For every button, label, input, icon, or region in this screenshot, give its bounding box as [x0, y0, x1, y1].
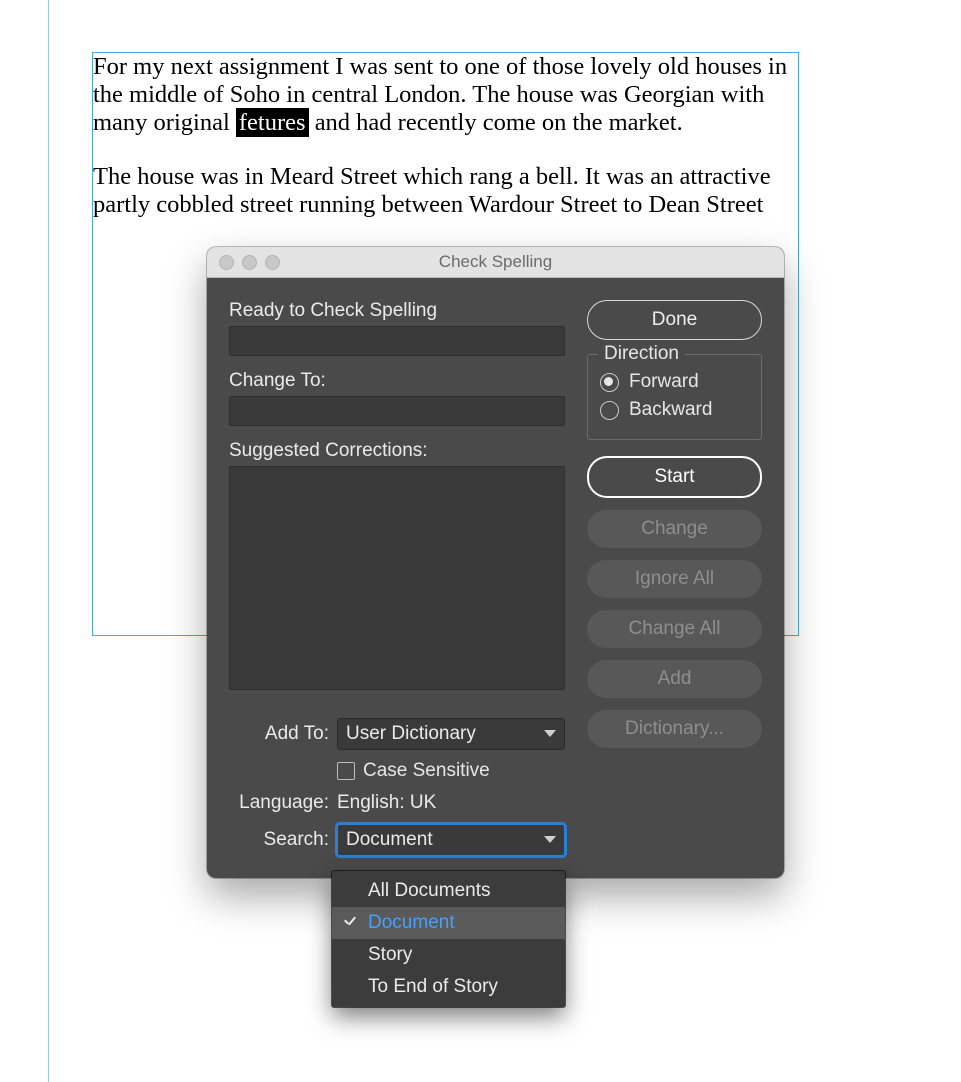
add-to-label: Add To:: [229, 723, 337, 745]
misspelled-selection[interactable]: fetures: [236, 108, 309, 137]
menu-item-label: Document: [368, 912, 455, 934]
ignore-all-button[interactable]: Ignore All: [587, 560, 762, 598]
misspelled-word-input[interactable]: [229, 326, 565, 356]
chevron-down-icon: [544, 834, 556, 846]
direction-forward-option[interactable]: Forward: [600, 371, 749, 393]
dictionary-button[interactable]: Dictionary...: [587, 710, 762, 748]
status-label: Ready to Check Spelling: [229, 300, 565, 322]
add-to-select[interactable]: User Dictionary: [337, 718, 565, 750]
story-text[interactable]: For my next assignment I was sent to one…: [93, 53, 798, 219]
check-icon: [342, 914, 358, 930]
direction-group: Direction Forward Backward: [587, 354, 762, 440]
done-button[interactable]: Done: [587, 300, 762, 340]
text-run: The house was in Meard Street which rang…: [93, 163, 798, 219]
add-to-value: User Dictionary: [346, 723, 476, 745]
design-canvas: For my next assignment I was sent to one…: [0, 0, 961, 1082]
menu-item-label: Story: [368, 944, 412, 966]
search-label: Search:: [229, 829, 337, 851]
dialog-titlebar[interactable]: Check Spelling: [207, 247, 784, 278]
language-label: Language:: [229, 792, 337, 814]
change-button[interactable]: Change: [587, 510, 762, 548]
window-controls: [207, 255, 280, 270]
start-button[interactable]: Start: [587, 456, 762, 498]
backward-label: Backward: [629, 399, 712, 421]
dialog-title: Check Spelling: [207, 252, 784, 272]
search-dropdown-menu: All Documents Document Story To End of S…: [332, 871, 565, 1007]
suggestions-list[interactable]: [229, 466, 565, 690]
zoom-icon[interactable]: [265, 255, 280, 270]
guide-vertical: [48, 0, 49, 1082]
minimize-icon[interactable]: [242, 255, 257, 270]
search-select[interactable]: Document: [337, 824, 565, 856]
case-sensitive-checkbox[interactable]: [337, 762, 355, 780]
menu-item-label: All Documents: [368, 880, 491, 902]
add-button[interactable]: Add: [587, 660, 762, 698]
case-sensitive-label: Case Sensitive: [363, 760, 490, 782]
text-run: and had recently come on the market.: [309, 109, 683, 136]
menu-item-document[interactable]: Document: [332, 907, 565, 939]
language-value: English: UK: [337, 792, 565, 814]
direction-backward-option[interactable]: Backward: [600, 399, 749, 421]
change-to-label: Change To:: [229, 370, 565, 392]
change-to-input[interactable]: [229, 396, 565, 426]
forward-label: Forward: [629, 371, 699, 393]
check-spelling-dialog: Check Spelling Ready to Check Spelling C…: [207, 247, 784, 878]
menu-item-label: To End of Story: [368, 976, 498, 998]
close-icon[interactable]: [219, 255, 234, 270]
radio-icon: [600, 401, 619, 420]
radio-icon: [600, 373, 619, 392]
menu-item-all-documents[interactable]: All Documents: [332, 875, 565, 907]
search-value: Document: [346, 829, 433, 851]
chevron-down-icon: [544, 728, 556, 740]
change-all-button[interactable]: Change All: [587, 610, 762, 648]
direction-legend: Direction: [598, 343, 685, 365]
suggested-label: Suggested Corrections:: [229, 440, 565, 462]
menu-item-story[interactable]: Story: [332, 939, 565, 971]
menu-item-to-end-of-story[interactable]: To End of Story: [332, 971, 565, 1003]
